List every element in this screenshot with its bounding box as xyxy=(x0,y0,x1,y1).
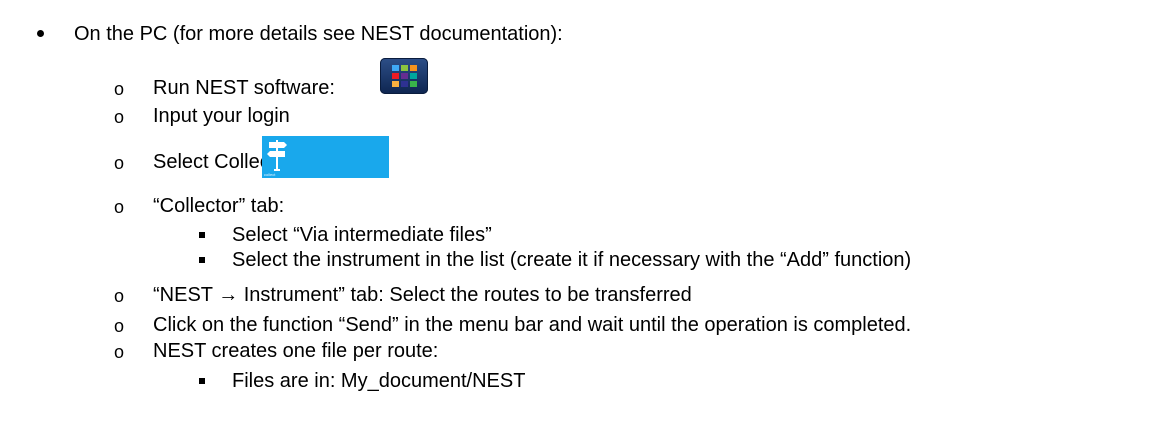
bullet-disc xyxy=(37,30,44,37)
bullet-circle: o xyxy=(114,79,125,99)
nest-app-icon xyxy=(380,58,428,94)
item-input-login: Input your login xyxy=(153,105,290,127)
item-select-instrument: Select the instrument in the list (creat… xyxy=(232,249,912,271)
bullet-square xyxy=(199,378,205,384)
bullet-circle: o xyxy=(114,286,125,306)
collect-icon-caption: collect xyxy=(264,172,276,177)
bullet-circle: o xyxy=(114,342,125,362)
item-collector-tab: “Collector” tab: xyxy=(153,195,285,217)
bullet-circle: o xyxy=(114,197,125,217)
bullet-circle: o xyxy=(114,153,125,173)
document-page: On the PC (for more details see NEST doc… xyxy=(0,0,1165,430)
item-nest-instrument-tab: “NEST → Instrument” tab: Select the rout… xyxy=(153,284,692,306)
item-click-send: Click on the function “Send” in the menu… xyxy=(153,314,912,336)
item-files-location: Files are in: My_document/NEST xyxy=(232,370,526,392)
item-via-files: Select “Via intermediate files” xyxy=(232,224,492,246)
item-run-nest: Run NEST software: xyxy=(153,77,335,99)
bullet-circle: o xyxy=(114,316,125,336)
bullet-circle: o xyxy=(114,107,125,127)
bullet-square xyxy=(199,232,205,238)
item-creates-file: NEST creates one file per route: xyxy=(153,340,439,362)
bullet-square xyxy=(199,257,205,263)
item-on-pc: On the PC (for more details see NEST doc… xyxy=(74,23,563,45)
signpost-icon: collect xyxy=(262,136,389,178)
